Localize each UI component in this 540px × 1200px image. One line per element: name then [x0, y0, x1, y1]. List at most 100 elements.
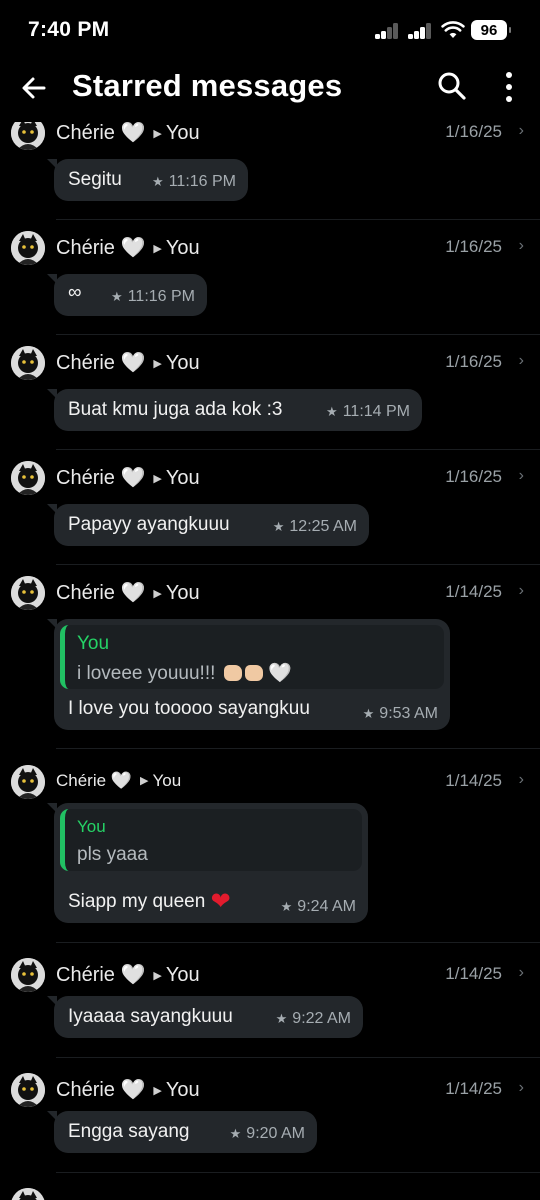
star-icon: ★: [152, 174, 164, 189]
star-icon: ★: [362, 706, 375, 721]
chevron-right-icon: ›: [518, 1079, 524, 1096]
quoted-message[interactable]: You i loveee youuu!!! 🤍: [60, 625, 444, 689]
white-heart-icon: 🤍: [120, 964, 146, 986]
recipient-name: You: [165, 122, 200, 144]
divider: [56, 942, 540, 943]
list-item[interactable]: Chérie 🤍 ▶ You 1/16/25 › Segitu ★ 11:16 PM: [0, 122, 540, 226]
message-bubble[interactable]: Engga sayang ★ 9:20 AM: [47, 1111, 317, 1153]
divider: [56, 219, 540, 220]
sender-name: Chérie: [56, 237, 115, 259]
recipient-name: You: [165, 237, 200, 259]
recipient-name: You: [165, 467, 200, 489]
white-heart-icon: 🤍: [267, 663, 292, 684]
divider: [56, 1172, 540, 1173]
battery-level: 96: [480, 21, 498, 39]
message-time: ★ 12:25 AM: [272, 518, 357, 535]
message-date: 1/16/25: [445, 237, 502, 256]
list-item[interactable]: Chérie 🤍 ▶ You 1/16/25 › ∞ ★ 11:16 PM: [0, 231, 540, 341]
signal-icon: [375, 22, 403, 39]
sender-line: Chérie 🤍 ▶ You: [56, 962, 200, 987]
sender-name: Chérie: [56, 352, 115, 374]
back-arrow-icon[interactable]: [18, 72, 50, 104]
message-bubble[interactable]: Papayy ayangkuuu ★ 12:25 AM: [47, 504, 369, 546]
sender-name: Chérie: [56, 1079, 115, 1101]
white-heart-icon: 🤍: [120, 1079, 146, 1101]
arrow-icon: ▶: [153, 1085, 162, 1097]
avatar: [11, 765, 45, 799]
sender-line: Chérie 🤍 ▶ You: [56, 350, 200, 375]
star-icon: ★: [229, 1126, 242, 1141]
white-heart-icon: 🤍: [120, 352, 146, 374]
message-time: ★ 9:53 AM: [362, 705, 438, 722]
list-item[interactable]: Chérie 🤍 ▶ You 1/16/25 › Papayy ayangkuuu …: [0, 461, 540, 571]
quote-text: pls yaaa: [77, 844, 148, 865]
sender-line: Chérie 🤍 ▶ You: [56, 771, 181, 791]
list-item[interactable]: Chérie 🤍 ▶ You 1/14/25 › You i loveee youu…: [0, 576, 540, 746]
starred-message-list[interactable]: Chérie 🤍 ▶ You 1/16/25 › Segitu ★ 11:16 PM …: [0, 122, 540, 1200]
list-item[interactable]: Chérie 🤍 ▶ You 1/14/25 › Iyaaaa sayangkuuu…: [0, 958, 540, 1068]
list-item-partial[interactable]: [0, 1188, 540, 1200]
app-header: Starred messages: [0, 62, 540, 122]
star-icon: ★: [272, 519, 285, 534]
divider: [56, 748, 540, 749]
message-bubble[interactable]: ∞ ★ 11:16 PM: [47, 274, 207, 316]
message-text: Papayy ayangkuuu: [68, 514, 230, 535]
avatar: [11, 461, 45, 495]
avatar: [11, 231, 45, 265]
arrow-icon: ▶: [140, 775, 149, 787]
white-heart-icon: 🤍: [120, 237, 146, 259]
recipient-name: You: [165, 964, 200, 986]
arrow-icon: ▶: [153, 473, 162, 485]
battery-indicator: 96: [471, 20, 511, 40]
fist-emoji-icon: [223, 665, 242, 681]
quoted-message[interactable]: You pls yaaa: [60, 809, 362, 871]
list-item[interactable]: Chérie 🤍 ▶ You 1/14/25 › You pls yaaa Siap…: [0, 765, 540, 945]
arrow-icon: ▶: [153, 970, 162, 982]
message-bubble[interactable]: Iyaaaa sayangkuuu ★ 9:22 AM: [47, 996, 363, 1038]
recipient-name: You: [165, 582, 200, 604]
message-text: Engga sayang: [68, 1121, 190, 1142]
message-time: ★ 9:24 AM: [280, 898, 356, 915]
star-icon: ★: [275, 1011, 288, 1026]
quote-author: You: [77, 817, 106, 836]
fist-emoji-icon: [244, 665, 263, 681]
recipient-name: You: [165, 1079, 200, 1101]
chevron-right-icon: ›: [518, 771, 524, 788]
message-bubble[interactable]: You i loveee youuu!!! 🤍 I love you toooo…: [47, 619, 450, 730]
message-bubble[interactable]: Segitu ★ 11:16 PM: [47, 159, 248, 201]
recipient-name: You: [152, 771, 182, 790]
message-text: Siapp my queen ❤: [68, 888, 231, 915]
avatar: [11, 346, 45, 380]
message-text: ∞: [68, 282, 82, 303]
arrow-icon: ▶: [153, 243, 162, 255]
message-time: ★ 11:16 PM: [152, 173, 236, 190]
avatar: [11, 1073, 45, 1107]
message-bubble[interactable]: Buat kmu juga ada kok :3 ★ 11:14 PM: [47, 389, 422, 431]
divider: [56, 449, 540, 450]
arrow-icon: ▶: [153, 588, 162, 600]
message-time: ★ 11:14 PM: [326, 403, 410, 420]
sender-line: Chérie 🤍 ▶ You: [56, 580, 200, 605]
avatar: [11, 576, 45, 610]
avatar: [11, 958, 45, 992]
star-icon: ★: [111, 289, 123, 304]
message-text: Iyaaaa sayangkuuu: [68, 1006, 233, 1027]
chevron-right-icon: ›: [518, 582, 524, 599]
white-heart-icon: 🤍: [120, 122, 146, 144]
status-bar: 7:40 PM 96: [0, 0, 540, 62]
list-item[interactable]: Chérie 🤍 ▶ You 1/14/25 › Engga sayang ★ 9:2…: [0, 1073, 540, 1183]
message-date: 1/14/25: [445, 582, 502, 601]
message-bubble[interactable]: You pls yaaa Siapp my queen ❤ ★ 9:24 AM: [47, 803, 368, 923]
wifi-icon: [441, 21, 465, 38]
sender-name: Chérie: [56, 467, 115, 489]
more-options-icon[interactable]: [496, 70, 522, 104]
star-icon: ★: [326, 404, 338, 419]
white-heart-icon: 🤍: [110, 771, 132, 790]
sender-line: Chérie 🤍 ▶ You: [56, 465, 200, 490]
search-icon[interactable]: [436, 70, 468, 102]
avatar: [11, 1188, 45, 1200]
list-item[interactable]: Chérie 🤍 ▶ You 1/16/25 › Buat kmu juga ada…: [0, 346, 540, 456]
message-time: ★ 9:20 AM: [229, 1125, 305, 1142]
chevron-right-icon: ›: [518, 352, 524, 369]
sender-name: Chérie: [56, 771, 107, 790]
